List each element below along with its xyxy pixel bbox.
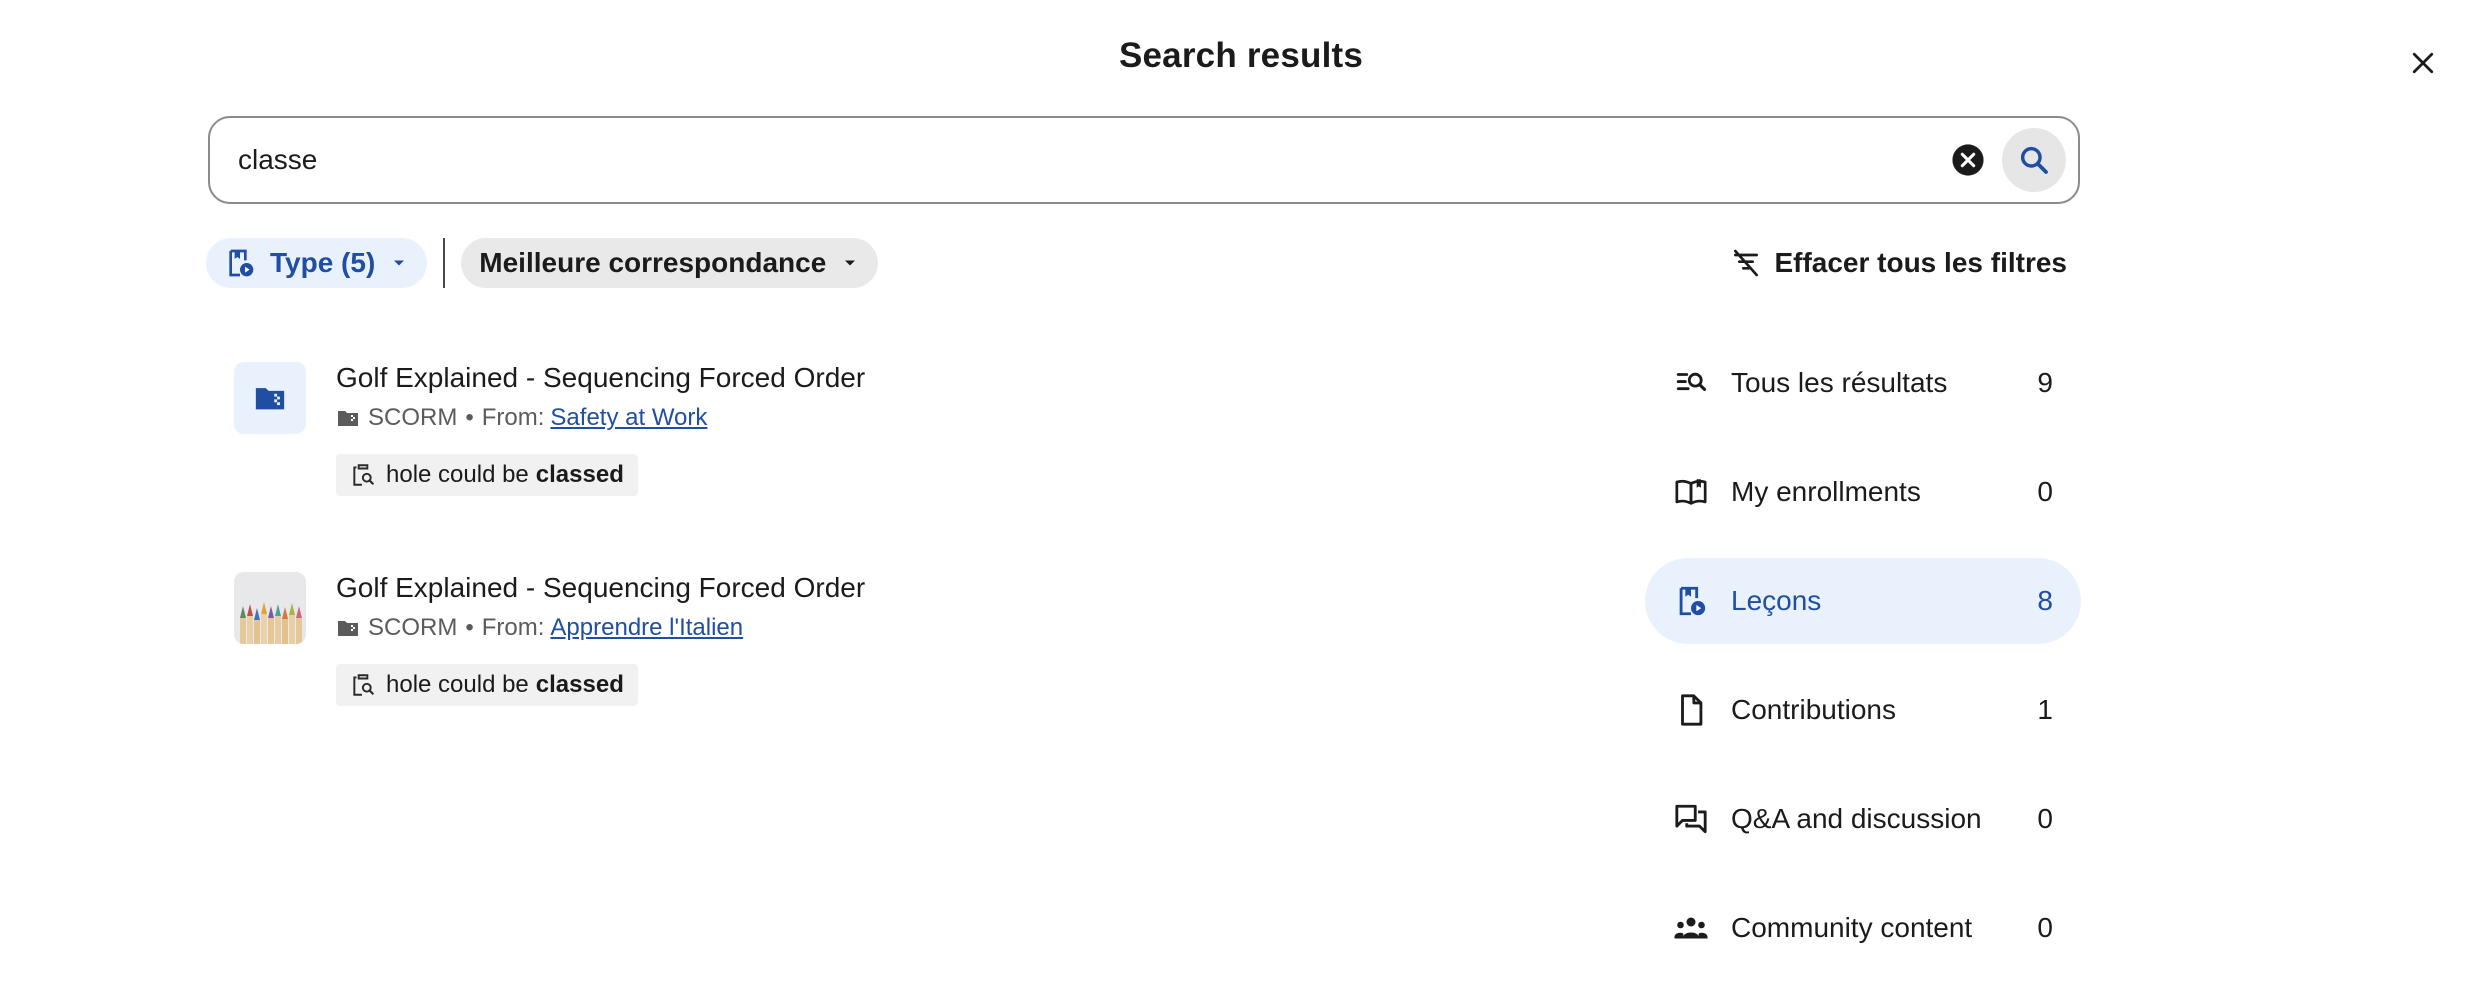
close-button[interactable]	[2400, 40, 2446, 86]
result-kind: SCORM	[368, 614, 458, 641]
nav-item-contributions[interactable]: Contributions 1	[1645, 667, 2081, 753]
content-search-icon	[353, 674, 374, 696]
clear-all-filters-label: Effacer tous les filtres	[1774, 247, 2067, 278]
filter-divider	[443, 238, 446, 288]
search-box	[208, 116, 2080, 204]
snippet-text: hole could be	[386, 461, 529, 488]
scorm-folder-icon	[338, 411, 358, 426]
nav-count: 0	[2037, 912, 2053, 943]
search-results-page: Search results classe Type (5) Meilleure…	[0, 0, 2482, 1002]
snippet-text: hole could be	[386, 671, 529, 698]
clear-circle-icon	[1952, 144, 1984, 176]
result-from-label: From:	[481, 614, 545, 641]
colored-pencils-thumbnail	[234, 572, 306, 644]
result-snippet: hole could be classed	[336, 664, 638, 706]
snippet-match: classed	[535, 671, 624, 698]
nav-count: 0	[2037, 803, 2053, 834]
lesson-icon	[1673, 583, 1709, 619]
result-from-link[interactable]: Apprendre l'Italien	[550, 614, 743, 642]
people-icon	[1673, 910, 1709, 946]
caret-down-icon	[845, 260, 856, 266]
clear-all-filters-button[interactable]: Effacer tous les filtres	[1730, 242, 2067, 284]
nav-item-my-enrollments[interactable]: My enrollments 0	[1645, 449, 2081, 535]
type-filter-label: Type (5)	[270, 247, 376, 278]
meta-separator: •	[465, 404, 474, 431]
forum-icon	[1673, 801, 1709, 837]
nav-item-qa-discussion[interactable]: Q&A and discussion 0	[1645, 776, 2081, 862]
type-filter-chip[interactable]: Type (5)	[206, 238, 428, 288]
nav-count: 8	[2037, 585, 2053, 616]
result-title[interactable]: Golf Explained - Sequencing Forced Order	[336, 572, 865, 604]
nav-count: 0	[2037, 476, 2053, 507]
nav-label: Q&A and discussion	[1731, 803, 1982, 834]
result-title[interactable]: Golf Explained - Sequencing Forced Order	[336, 362, 865, 394]
result-kind: SCORM	[368, 404, 458, 431]
sort-dropdown[interactable]: Meilleure correspondance	[461, 238, 879, 288]
lesson-icon	[229, 249, 254, 277]
category-nav: Tous les résultats 9 My enrollments 0 Le…	[1645, 340, 2081, 994]
nav-count: 1	[2037, 694, 2053, 725]
nav-item-community-content[interactable]: Community content 0	[1645, 885, 2081, 971]
nav-count: 9	[2037, 367, 2053, 398]
result-thumbnail	[234, 572, 306, 644]
search-list-icon	[1673, 365, 1709, 401]
result-body: Golf Explained - Sequencing Forced Order…	[336, 572, 865, 706]
nav-label: Tous les résultats	[1731, 367, 1948, 398]
content-search-icon	[353, 464, 374, 486]
scorm-folder-icon	[338, 621, 358, 636]
result-thumbnail	[234, 362, 306, 434]
search-button[interactable]	[2002, 128, 2066, 192]
open-book-icon	[1673, 474, 1709, 510]
close-icon	[2412, 52, 2434, 74]
result-body: Golf Explained - Sequencing Forced Order…	[336, 362, 865, 496]
nav-label: Community content	[1731, 912, 1973, 943]
result-from-label: From:	[481, 404, 545, 431]
page-title: Search results	[1118, 36, 1364, 75]
result-meta: SCORM • From: Safety at Work	[336, 404, 865, 432]
result-snippet: hole could be classed	[336, 454, 638, 496]
search-icon	[2020, 146, 2048, 174]
filter-off-icon	[1734, 249, 1759, 277]
search-input[interactable]	[236, 143, 1950, 177]
result-from-link[interactable]: Safety at Work	[550, 404, 707, 432]
meta-separator: •	[465, 614, 474, 641]
snippet-match: classed	[535, 461, 624, 488]
result-meta: SCORM • From: Apprendre l'Italien	[336, 614, 865, 642]
document-icon	[1673, 692, 1709, 728]
scorm-folder-icon	[255, 388, 285, 410]
caret-down-icon	[394, 260, 405, 266]
filters-bar: Type (5) Meilleure correspondance	[206, 238, 879, 288]
nav-label: My enrollments	[1731, 476, 1921, 507]
nav-item-all-results[interactable]: Tous les résultats 9	[1645, 340, 2081, 426]
sort-label: Meilleure correspondance	[479, 247, 827, 278]
nav-label: Leçons	[1731, 585, 1822, 616]
nav-item-lecons[interactable]: Leçons 8	[1645, 558, 2081, 644]
clear-search-button[interactable]	[1950, 142, 1986, 178]
nav-label: Contributions	[1731, 694, 1896, 725]
